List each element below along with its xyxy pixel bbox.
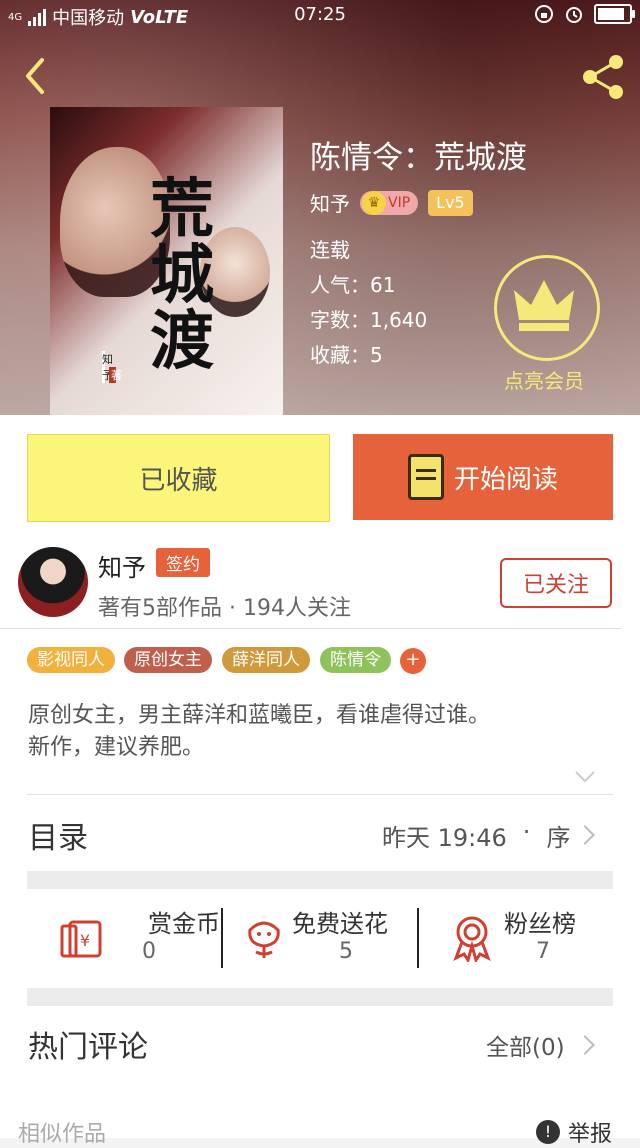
author-name[interactable]: 知予 (310, 188, 350, 217)
section-spacer (27, 871, 613, 889)
status-bar: 4G 中国移动 VoLTE 07:25 (0, 0, 640, 32)
book-cover[interactable]: 荒城渡 知予著 (50, 107, 283, 415)
signed-badge: 签约 (156, 548, 210, 577)
book-word-count: 字数：1,640 (310, 308, 428, 332)
book-title: 陈情令：荒城渡 (310, 140, 527, 176)
flower-icon (248, 921, 280, 958)
cover-title: 荒城渡 (150, 172, 214, 379)
hot-comments-title: 热门评论 (28, 1030, 148, 1065)
member-label[interactable]: 点亮会员 (494, 365, 594, 394)
catalog-order[interactable]: 序 (546, 818, 570, 853)
catalog-separator: · (522, 818, 531, 846)
book-intro: 原创女主，男主薛洋和蓝曦臣，看谁虐得过谁。 新作，建议养肥。 (28, 700, 613, 764)
tag-chip[interactable]: 原创女主 (124, 647, 212, 673)
book-favorites: 收藏：5 (310, 343, 383, 367)
cover-author: 知予著 (102, 351, 122, 383)
chevron-down-icon[interactable] (574, 766, 596, 788)
reward-count: 7 (536, 939, 550, 964)
reward-label: 粉丝榜 (504, 910, 576, 938)
catalog-title[interactable]: 目录 (28, 813, 88, 857)
divider (221, 908, 223, 968)
report-label: 举报 (568, 1122, 613, 1147)
crown-icon: ♛ (362, 190, 386, 215)
tag-chip[interactable]: 陈情令 (320, 647, 391, 673)
follow-button[interactable]: 已关注 (500, 558, 612, 608)
member-button[interactable] (494, 255, 600, 361)
author-stats: 著有5部作品 · 194人关注 (98, 596, 351, 621)
divider (27, 794, 613, 795)
book-status: 连载 (310, 238, 350, 262)
divider (0, 628, 622, 629)
similar-works-title: 相似作品 (18, 1122, 107, 1147)
intro-line: 原创女主，男主薛洋和蓝曦臣，看谁虐得过谁。 (28, 703, 491, 728)
crown-icon (514, 280, 574, 331)
lock-rotation-icon (535, 5, 553, 23)
vip-label: VIP (388, 194, 411, 211)
share-icon[interactable] (578, 52, 628, 102)
red-envelope-icon: ¥ (60, 920, 102, 958)
start-reading-label: 开始阅读 (453, 464, 558, 495)
warning-icon: ! (536, 1120, 560, 1144)
author-avatar[interactable] (18, 547, 88, 617)
favorited-button[interactable]: 已收藏 (27, 434, 330, 522)
catalog-updated: 昨天 19:46 (382, 824, 507, 852)
book-popularity: 人气：61 (310, 273, 396, 297)
back-icon[interactable] (16, 56, 56, 96)
divider (417, 908, 419, 968)
tag-chip[interactable]: 薛洋同人 (222, 647, 310, 673)
all-comments-link[interactable]: 全部(0) (486, 1028, 565, 1062)
add-tag-button[interactable]: + (400, 648, 426, 674)
book-icon (407, 454, 444, 500)
intro-line: 新作，建议养肥。 (28, 735, 205, 760)
report-button[interactable]: ! 举报 (536, 1116, 612, 1148)
start-reading-button[interactable]: 开始阅读 (353, 434, 613, 520)
vip-badge: ♛ VIP (360, 190, 419, 215)
tag-chip[interactable]: 影视同人 (27, 647, 115, 673)
svg-text:¥: ¥ (80, 931, 90, 950)
reward-fans[interactable]: 粉丝榜 7 (444, 904, 640, 964)
alarm-icon (566, 7, 582, 23)
author-card-name[interactable]: 知予 (98, 548, 146, 583)
catalog-info[interactable]: 昨天 19:46 · 序 (382, 818, 570, 853)
battery-icon (594, 4, 635, 24)
section-spacer (27, 988, 613, 1006)
author-line: 知予 ♛ VIP Lv5 (310, 188, 473, 217)
ribbon-icon (453, 916, 491, 962)
level-badge: Lv5 (428, 189, 473, 216)
reward-flowers[interactable]: 免费送花 5 (240, 904, 440, 964)
reward-count: 0 (142, 939, 156, 964)
reward-label: 赏金币 (148, 910, 220, 938)
